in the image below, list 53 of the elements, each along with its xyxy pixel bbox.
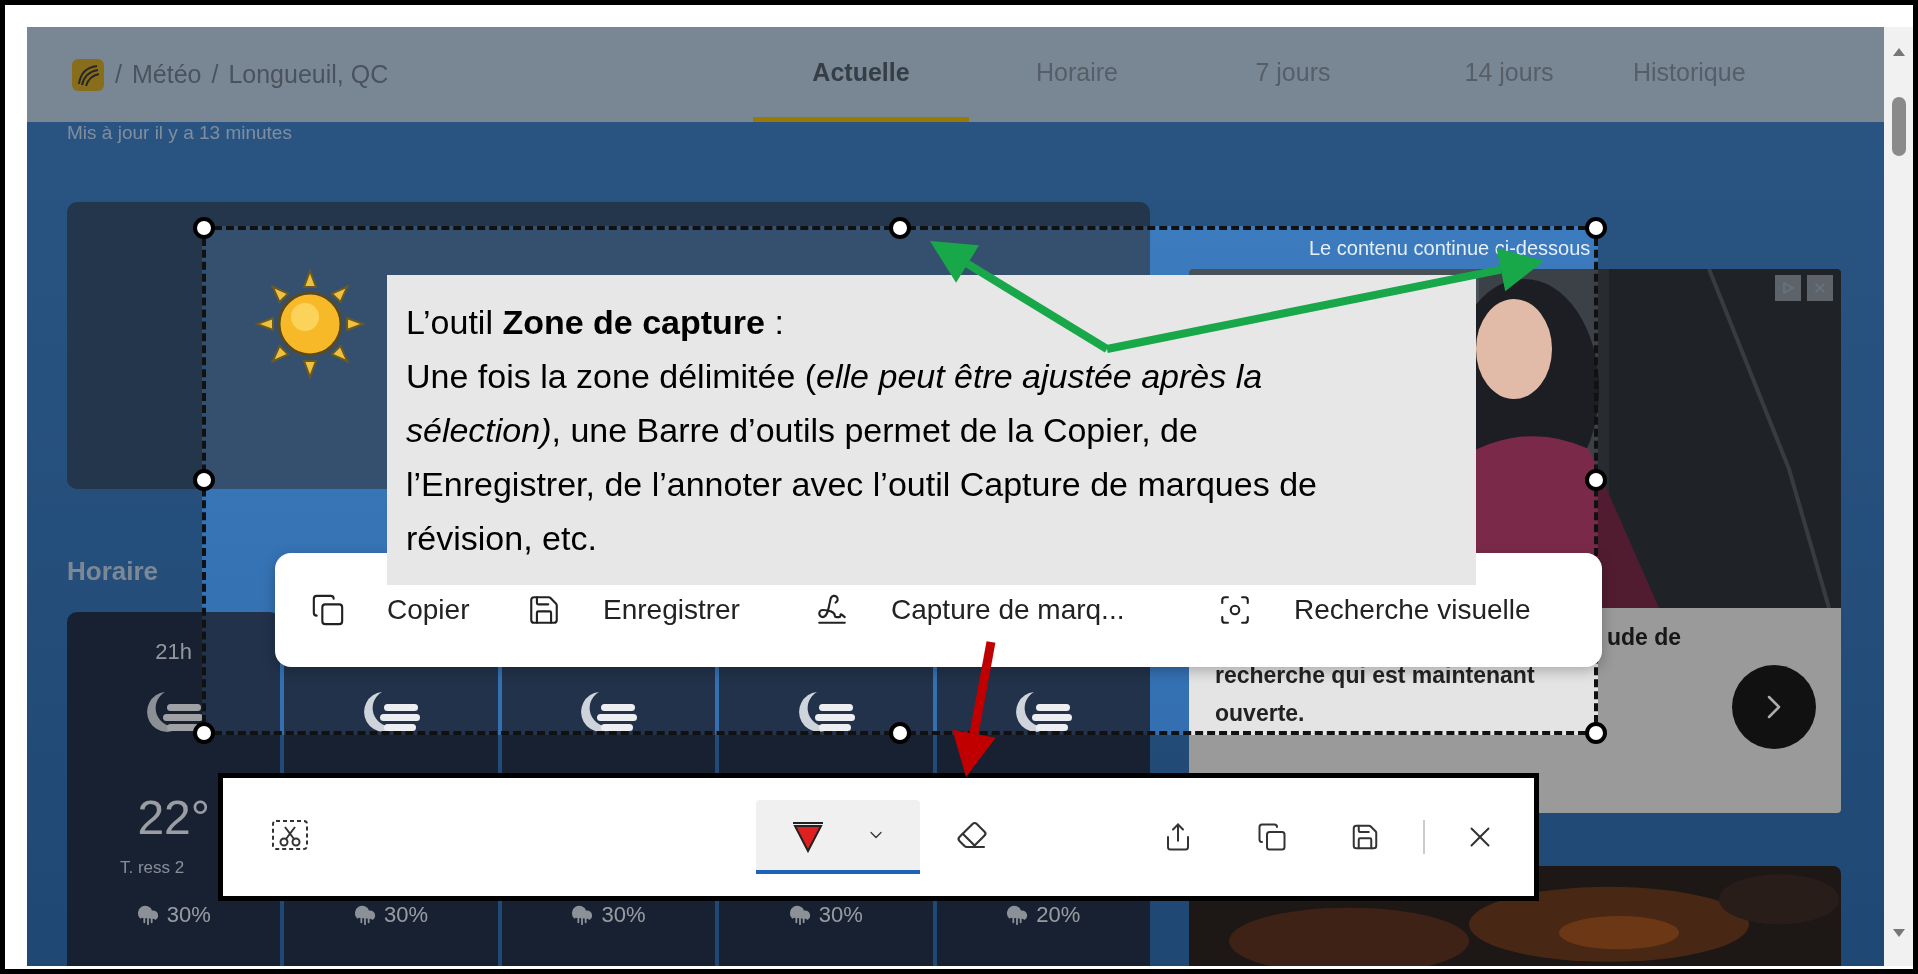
ad-text: ouverte.: [1214, 699, 1306, 728]
focus-icon: [1218, 593, 1252, 627]
scroll-down-icon[interactable]: [1891, 928, 1906, 938]
breadcrumb-separator: /: [115, 60, 122, 89]
copy-icon: [311, 593, 345, 627]
rain-cloud-icon: [354, 904, 377, 926]
signature-icon: [815, 593, 849, 627]
copy-icon: [1257, 822, 1287, 852]
precipitation-value: 30%: [601, 902, 646, 928]
markup-button[interactable]: Capture de marq...: [815, 593, 1125, 627]
section-title: Horaire: [67, 556, 160, 586]
eraser-icon: [956, 819, 988, 851]
breadcrumb-link[interactable]: Météo: [131, 60, 202, 89]
scroll-thumb[interactable]: [1891, 97, 1906, 156]
resize-handle[interactable]: [1585, 217, 1607, 239]
feels-like-text: T. ress 2: [119, 858, 185, 878]
resize-handle[interactable]: [193, 722, 215, 744]
save-button[interactable]: Enregistrer: [527, 593, 740, 627]
sun-icon: [255, 269, 365, 379]
resize-handle[interactable]: [889, 217, 911, 239]
save-icon: [1350, 822, 1380, 852]
logo-icon: [71, 57, 105, 92]
ad-text: ude de: [1606, 623, 1683, 652]
save-icon: [527, 593, 561, 627]
updated-text: Mis à jour il y a 13 minutes: [66, 122, 293, 145]
precipitation-value: 30%: [384, 902, 429, 928]
breadcrumb-link[interactable]: Longueuil, QC: [228, 60, 389, 89]
scroll-up-icon[interactable]: [1891, 47, 1906, 57]
resize-handle[interactable]: [889, 722, 911, 744]
resize-handle[interactable]: [193, 217, 215, 239]
nav-tab[interactable]: Actuelle: [753, 27, 969, 122]
precipitation-value: 30%: [166, 902, 211, 928]
resize-handle[interactable]: [193, 469, 215, 491]
callout-text: Une fois la zone délimitée (elle peut être ajustée après la sélection), une Barre d’outils permet de la Copier, de l’Enregistrer, de l’annoter avec l’outil Capture de marques de révision, etc.: [406, 356, 1318, 559]
scrollbar[interactable]: [1884, 27, 1913, 966]
continue-note: Le contenu continue ci-dessous: [1308, 236, 1592, 260]
precipitation-value: 20%: [1036, 902, 1081, 928]
copy-button[interactable]: Copier: [311, 593, 470, 627]
breadcrumb-separator: /: [211, 60, 219, 89]
rain-cloud-icon: [136, 904, 159, 926]
precipitation-value: 30%: [818, 902, 863, 928]
visual-search-button[interactable]: Recherche visuelle: [1218, 593, 1531, 627]
pen-button[interactable]: [756, 800, 920, 874]
rain-cloud-icon: [788, 904, 811, 926]
hour-time: 21h: [155, 639, 193, 665]
rain-cloud-icon: [571, 904, 594, 926]
snip-icon: [270, 817, 310, 853]
ad-text: recherche qui est maintenant: [1214, 661, 1536, 690]
rain-cloud-icon: [1006, 904, 1029, 926]
callout-title: L’outil Zone de capture :: [406, 302, 785, 343]
resize-handle[interactable]: [1585, 722, 1607, 744]
hour-temperature: 22°: [137, 790, 210, 846]
resize-handle[interactable]: [1585, 469, 1607, 491]
